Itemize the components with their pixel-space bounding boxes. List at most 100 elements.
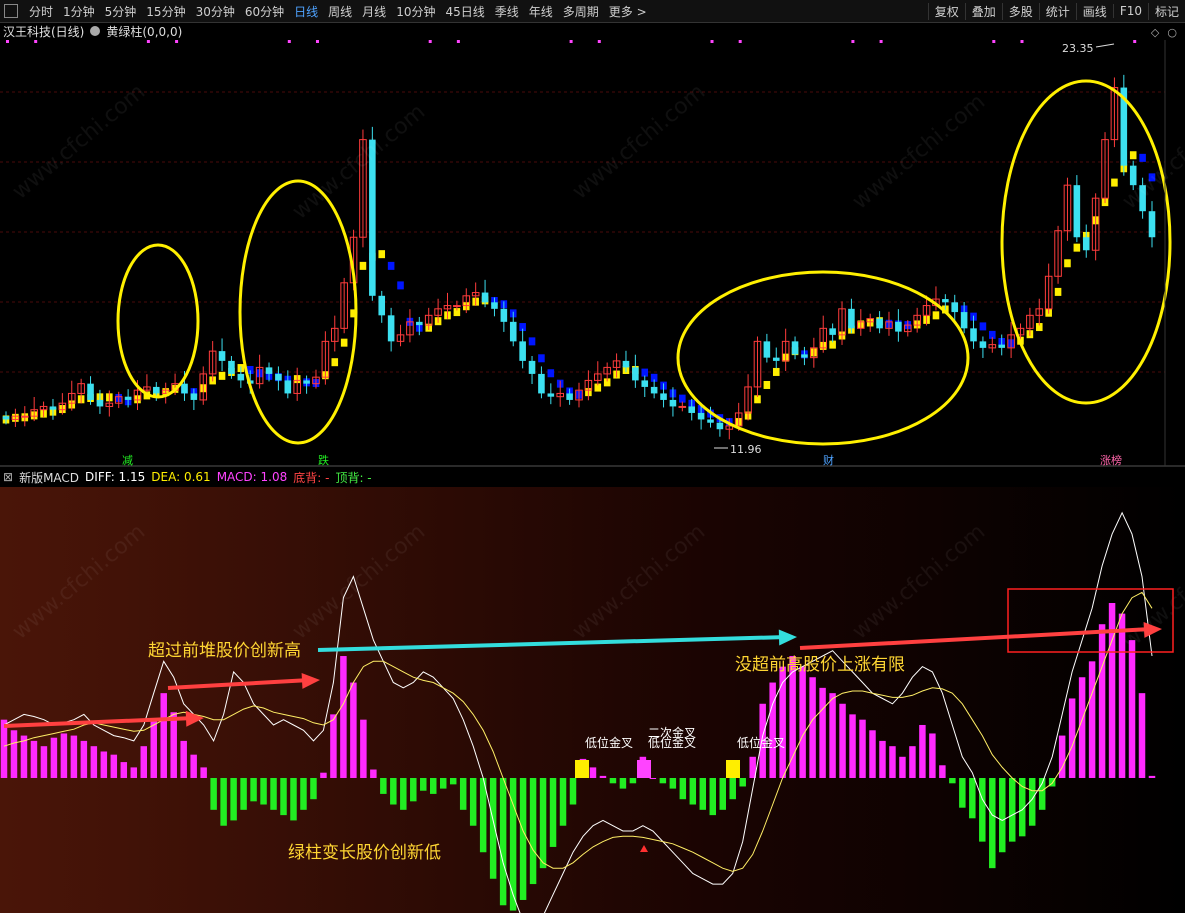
ma-segment (772, 367, 780, 376)
macd-bar (20, 735, 28, 778)
chart-canvas: 23.35 11.96 减 跌 财 涨榜 www.cfchi.com www.cfchi.co… (0, 40, 1185, 913)
candle-body (218, 351, 226, 361)
macd-bar (120, 762, 128, 778)
signal-dot (851, 40, 855, 43)
macd-bar (699, 778, 707, 810)
highlight-circle-1 (238, 179, 358, 445)
highlight-circle-2 (676, 270, 970, 446)
macd-bar (330, 714, 337, 778)
macd-bar (549, 778, 557, 847)
macd-bar (350, 682, 357, 778)
macd-bar (240, 778, 247, 810)
candle-body (622, 360, 630, 368)
candle-body (481, 292, 489, 303)
macd-bar (260, 778, 267, 805)
candle-body (970, 328, 977, 342)
high-price-label: 23.35 (1062, 42, 1094, 55)
signal-dot (992, 40, 996, 43)
macd-bar (180, 740, 187, 778)
macd-bar (1068, 698, 1076, 778)
macd-bar (539, 778, 547, 869)
macd-bar (879, 740, 886, 778)
macd-bar (0, 719, 8, 778)
candle-body (237, 373, 245, 381)
candle-body (641, 380, 649, 387)
macd-bar (589, 767, 597, 778)
ma-segment (331, 358, 339, 367)
watermark-4: www.cfchi.com (1118, 89, 1185, 214)
macd-bar (110, 754, 118, 778)
ma-segment (359, 261, 367, 270)
ma-segment (397, 281, 404, 290)
macd-bar (70, 735, 78, 778)
macd-bar (90, 746, 98, 778)
annotation-0: 超过前堆股价创新高 (148, 641, 301, 661)
candle-body (181, 383, 188, 394)
signal-dot (175, 40, 179, 43)
macd-bar (969, 778, 976, 819)
macd-bar (190, 754, 197, 778)
macd-label-3: 低位金叉 (737, 735, 785, 750)
macd-bar (859, 719, 866, 778)
macd-bar (769, 682, 776, 778)
macd-bar (220, 778, 227, 826)
macd-bar (609, 778, 617, 784)
macd-bar (909, 746, 916, 778)
macd-bar (310, 778, 317, 800)
candle-body (190, 393, 198, 400)
macd-bar (160, 693, 167, 778)
ma-segment (340, 338, 348, 347)
macd-bar (10, 730, 18, 778)
candle-body (387, 315, 395, 342)
macd-bar (979, 778, 986, 842)
macd-bar (669, 778, 677, 789)
macd-bar (449, 778, 457, 785)
annotation-2: 绿柱变长股价创新低 (288, 843, 441, 863)
bottom-marker-1: 跌 (318, 453, 329, 467)
bottom-marker-2: 财 (823, 453, 834, 467)
macd-bar (949, 778, 956, 784)
macd-bar (200, 767, 207, 778)
macd-bar (150, 719, 157, 778)
macd-bar (370, 769, 377, 778)
macd-panel-bg (0, 487, 1185, 913)
macd-bar (270, 778, 277, 810)
macd-value: MACD: 1.08 (216, 470, 288, 484)
macd-bar (50, 737, 58, 778)
signal-dot (597, 40, 601, 43)
macd-bar (430, 778, 437, 794)
candle-body (500, 308, 508, 322)
macd-bar (899, 756, 906, 778)
signal-dot (569, 40, 573, 43)
macd-bar (280, 778, 287, 816)
ma-segment (1129, 151, 1137, 160)
watermark-2: www.cfchi.com (568, 79, 710, 204)
candle-body (538, 373, 545, 394)
macd-bar (799, 666, 806, 778)
candle-body (791, 341, 799, 355)
macd-bar (1138, 693, 1146, 778)
macd-bar (869, 730, 876, 778)
macd-bar (629, 778, 637, 784)
ma-segment (1064, 259, 1071, 268)
close-icon[interactable]: ⊠ (3, 470, 13, 484)
macd-bar (40, 746, 48, 778)
candle-body (124, 396, 132, 400)
macd-bar (849, 714, 856, 778)
signal-dot (879, 40, 883, 43)
macd-bar (1088, 661, 1096, 778)
ma-segment (1073, 243, 1081, 252)
ma-segment (387, 261, 395, 270)
ma-segment (932, 311, 940, 320)
candle-body (96, 399, 104, 407)
candle-body (528, 360, 536, 374)
candle-body (453, 305, 461, 308)
macd-bar (1008, 778, 1016, 842)
macd-bar (250, 778, 257, 802)
signal-dot (146, 40, 150, 43)
macd-bar (30, 740, 38, 778)
highlight-circle-0 (116, 243, 200, 399)
signal-dot (315, 40, 319, 43)
candle-body (1082, 237, 1090, 251)
candle-body (669, 399, 677, 407)
